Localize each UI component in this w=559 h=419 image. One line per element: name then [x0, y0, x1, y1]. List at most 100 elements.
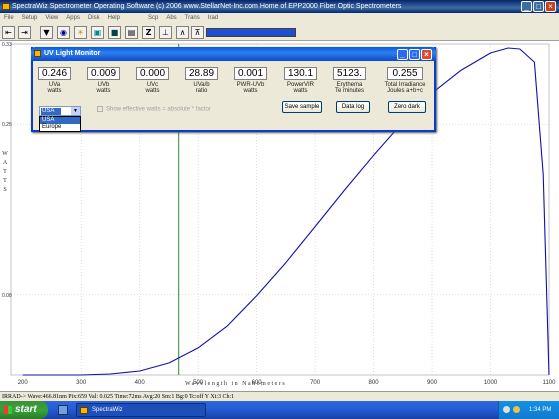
- uv-minimize-button[interactable]: _: [397, 49, 408, 60]
- skip-end-icon[interactable]: ⇥: [18, 26, 31, 39]
- x-tick-label: 1100: [543, 380, 557, 386]
- clock: 1:34 PM: [529, 407, 552, 413]
- x-tick-label: 900: [427, 380, 438, 386]
- y-tick-label: 0.33: [2, 42, 12, 48]
- meter-unit: watts: [47, 88, 62, 94]
- uv-dialog-title: UV Light Monitor: [44, 50, 101, 57]
- app-icon: [80, 407, 88, 414]
- meter-value: 0.001: [234, 67, 267, 80]
- region-option-usa[interactable]: USA: [40, 117, 80, 124]
- status-bar: IRRAD-> Wave:466.81nm Pix:659 Val: 0.025…: [0, 391, 559, 401]
- meter-uva: 0.246 UVa watts: [38, 67, 71, 94]
- region-option-europe[interactable]: Europe: [40, 124, 80, 131]
- y-label-letter: T: [3, 178, 7, 184]
- meter-unit: watts: [145, 88, 160, 94]
- windows-logo-icon: [4, 406, 12, 414]
- baseline-icon[interactable]: ⊥: [159, 26, 172, 39]
- peak-label-icon[interactable]: ⊼: [191, 26, 204, 39]
- x-tick-label: 400: [135, 380, 146, 386]
- y-label-letter: S: [3, 187, 7, 193]
- network-icon[interactable]: [503, 406, 510, 413]
- y-label-letter: W: [2, 151, 8, 157]
- x-tick-label: 700: [310, 380, 321, 386]
- meter-total-irradiance: 0.255 Total Irradiance Joules a+b+c: [382, 67, 428, 94]
- meter-uva-b-ratio: 28.89 UVa/b ratio: [185, 67, 218, 94]
- meter-value: 130.1: [284, 67, 317, 80]
- bulb-icon[interactable]: ☀: [74, 26, 87, 39]
- chevron-down-icon[interactable]: ▼: [71, 107, 80, 115]
- meter-unit: watts: [243, 88, 258, 94]
- meter-unit: watts: [293, 88, 308, 94]
- menu-bar: File Setup View Apps Disk Help Scp Abs Trans Irad: [0, 13, 559, 24]
- taskbar: start SpectraWiz 1:34 PM: [0, 401, 559, 419]
- meter-unit: Te minutes: [334, 88, 364, 94]
- uv-dialog-title-bar[interactable]: UV Light Monitor _ □ ×: [31, 47, 436, 61]
- toolbar: ⇤ ⇥ ▼ ◉ ☀ ▣ ■ ▤ Z ⊥ ∧ ⊼: [0, 24, 559, 41]
- peak-icon[interactable]: ∧: [176, 26, 189, 39]
- data-log-button[interactable]: Data log: [336, 101, 370, 113]
- quick-launch-icon[interactable]: [58, 405, 68, 415]
- system-tray: 1:34 PM: [498, 401, 559, 419]
- skip-start-icon[interactable]: ⇤: [2, 26, 15, 39]
- camera-icon[interactable]: ▣: [91, 26, 104, 39]
- meter-value: 0.009: [87, 67, 120, 80]
- app-icon: [2, 3, 10, 10]
- x-tick-label: 800: [369, 380, 380, 386]
- meter-unit: Joules a+b+c: [387, 88, 423, 94]
- show-effective-checkbox[interactable]: Show effective watts = absolute * factor: [97, 106, 211, 113]
- y-tick-label: 0.08: [2, 293, 12, 299]
- menu-view[interactable]: View: [41, 13, 62, 24]
- lens-icon[interactable]: ◉: [57, 26, 70, 39]
- x-axis-label: Wavelength in Nanometers: [185, 381, 287, 387]
- maximize-button[interactable]: □: [533, 1, 544, 12]
- meter-value: 5123.: [333, 67, 366, 80]
- meter-value: 28.89: [185, 67, 218, 80]
- menu-disk[interactable]: Disk: [84, 13, 104, 24]
- x-tick-label: 1000: [484, 380, 498, 386]
- y-tick-label: 0.25: [2, 122, 12, 128]
- meter-erythema: 5123. Erythema Te minutes: [333, 67, 366, 94]
- taskbar-item-label: SpectraWiz: [92, 407, 123, 413]
- arrow-down-icon[interactable]: ▼: [40, 26, 53, 39]
- region-dropdown-list: USA Europe: [39, 116, 81, 132]
- menu-irad[interactable]: Irad: [204, 13, 222, 24]
- menu-trans[interactable]: Trans: [181, 13, 204, 24]
- menu-file[interactable]: File: [0, 13, 18, 24]
- meter-power-vir: 130.1 PowerVIR watts: [284, 67, 317, 94]
- volume-icon[interactable]: [513, 406, 520, 413]
- x-tick-label: 200: [18, 380, 29, 386]
- zero-dark-button[interactable]: Zero dark: [388, 101, 426, 113]
- region-selected-value: USA: [41, 108, 61, 115]
- print-icon[interactable]: ▤: [125, 26, 138, 39]
- scan-progress-bar: [206, 28, 296, 37]
- region-select[interactable]: USA ▼: [39, 106, 81, 116]
- show-effective-label: Show effective watts = absolute * factor: [106, 106, 211, 113]
- disk-icon[interactable]: ■: [108, 26, 121, 39]
- uv-dialog-icon: [34, 50, 41, 57]
- meter-uvb: 0.009 UVb watts: [87, 67, 120, 94]
- menu-setup[interactable]: Setup: [18, 13, 42, 24]
- checkbox-box[interactable]: [97, 106, 103, 112]
- window-title-bar[interactable]: SpectraWiz Spectrometer Operating Softwa…: [0, 0, 559, 13]
- meter-value: 0.255: [387, 67, 423, 80]
- taskbar-item-spectrawiz[interactable]: SpectraWiz: [76, 403, 206, 417]
- start-label: start: [15, 404, 37, 415]
- menu-scp[interactable]: Scp: [144, 13, 162, 24]
- z-icon[interactable]: Z: [142, 26, 155, 39]
- meter-value: 0.246: [38, 67, 71, 80]
- menu-help[interactable]: Help: [104, 13, 124, 24]
- uv-close-button[interactable]: ×: [421, 49, 432, 60]
- meter-uvc: 0.000 UVc watts: [136, 67, 169, 94]
- y-label-letter: A: [2, 160, 8, 166]
- meter-value: 0.000: [136, 67, 169, 80]
- save-sample-button[interactable]: Save sample: [282, 101, 322, 113]
- menu-apps[interactable]: Apps: [62, 13, 84, 24]
- minimize-button[interactable]: _: [521, 1, 532, 12]
- meter-unit: watts: [96, 88, 111, 94]
- y-axis-label: W A T T S: [1, 150, 9, 195]
- close-button[interactable]: ×: [545, 1, 556, 12]
- start-button[interactable]: start: [0, 401, 48, 419]
- menu-abs[interactable]: Abs: [162, 13, 180, 24]
- window-title: SpectraWiz Spectrometer Operating Softwa…: [12, 3, 402, 10]
- uv-maximize-button[interactable]: □: [409, 49, 420, 60]
